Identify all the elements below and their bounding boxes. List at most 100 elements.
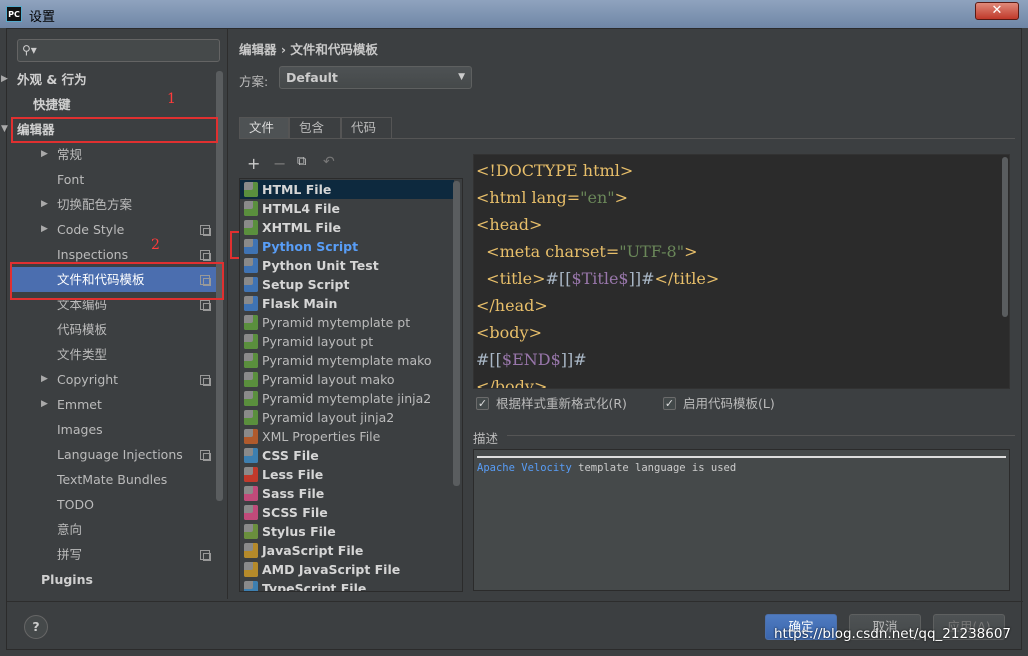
check-icon: ✓ xyxy=(663,397,676,410)
sidebar-item-label: Code Style xyxy=(57,222,125,237)
editor-scrollbar[interactable] xyxy=(1002,157,1008,317)
list-toolbar: + − ⧉ ↶ xyxy=(239,154,463,176)
velocity-link[interactable]: Apache Velocity xyxy=(477,462,572,474)
copy-icon[interactable]: ⧉ xyxy=(297,154,306,169)
template-list-item[interactable]: Stylus File xyxy=(240,522,454,541)
code-line: <title>#[[$Title$]]#</title> xyxy=(476,265,719,292)
template-list-item[interactable]: Python Script xyxy=(240,237,454,256)
tab-includes[interactable]: 包含 xyxy=(289,117,341,139)
enable-live-template-checkbox[interactable]: ✓ 启用代码模板(L) xyxy=(663,396,775,412)
remove-icon[interactable]: − xyxy=(273,154,286,173)
template-list-item[interactable]: Python Unit Test xyxy=(240,256,454,275)
sidebar-item-spelling[interactable]: 拼写 xyxy=(7,542,222,567)
template-list-item[interactable]: SCSS File xyxy=(240,503,454,522)
sidebar-item-color-scheme[interactable]: ▶ 切换配色方案 xyxy=(7,192,222,217)
sidebar-item-label: Images xyxy=(57,422,103,437)
splitter[interactable] xyxy=(227,29,228,599)
sidebar-item-file-types[interactable]: 文件类型 xyxy=(7,342,222,367)
template-name: TypeScript File xyxy=(262,581,367,592)
chevron-right-icon[interactable]: ▶ xyxy=(41,142,48,167)
code-line: <body> xyxy=(476,319,542,346)
close-button[interactable]: ✕ xyxy=(975,2,1019,20)
help-button[interactable]: ? xyxy=(24,615,48,639)
template-list-item[interactable]: Pyramid mytemplate jinja2 xyxy=(240,389,454,408)
chevron-right-icon[interactable]: ▶ xyxy=(1,67,8,92)
sidebar-item-emmet[interactable]: ▶ Emmet xyxy=(7,392,222,417)
template-list-item[interactable]: Pyramid mytemplate mako xyxy=(240,351,454,370)
sidebar-item-label: 拼写 xyxy=(57,547,83,562)
chevron-right-icon[interactable]: ▶ xyxy=(41,192,48,217)
window-title: 设置 xyxy=(29,10,56,25)
list-scrollbar[interactable] xyxy=(453,181,460,486)
template-list-item[interactable]: CSS File xyxy=(240,446,454,465)
sidebar-item-todo[interactable]: TODO xyxy=(7,492,222,517)
template-list-item[interactable]: Flask Main xyxy=(240,294,454,313)
template-list-item[interactable]: XHTML File xyxy=(240,218,454,237)
sidebar-item-code-style[interactable]: ▶ Code Style xyxy=(7,217,222,242)
file-type-icon xyxy=(244,467,258,482)
chevron-right-icon[interactable]: ▶ xyxy=(41,392,48,417)
template-name: Pyramid layout mako xyxy=(262,372,395,387)
sidebar-item-plugins[interactable]: Plugins xyxy=(7,567,222,592)
template-list-item[interactable]: Pyramid layout mako xyxy=(240,370,454,389)
template-name: HTML File xyxy=(262,182,332,197)
project-scope-icon xyxy=(200,250,211,261)
code-token: </body> xyxy=(476,377,548,389)
sidebar-item-font[interactable]: Font xyxy=(7,167,222,192)
template-list-item[interactable]: AMD JavaScript File xyxy=(240,560,454,579)
description-label: 描述 xyxy=(473,431,499,446)
template-list-item[interactable]: HTML4 File xyxy=(240,199,454,218)
file-type-icon xyxy=(244,486,258,501)
template-name: JavaScript File xyxy=(262,543,364,558)
template-list-item[interactable]: Less File xyxy=(240,465,454,484)
chevron-right-icon[interactable]: ▶ xyxy=(41,367,48,392)
scheme-select[interactable]: Default ▼ xyxy=(279,66,472,89)
template-list-item[interactable]: TypeScript File xyxy=(240,579,454,592)
tab-files[interactable]: 文件 xyxy=(239,117,289,139)
template-list-item[interactable]: Pyramid layout pt xyxy=(240,332,454,351)
tab-code[interactable]: 代码 xyxy=(341,117,392,139)
sidebar-item-live-templates[interactable]: 代码模板 xyxy=(7,317,222,342)
sidebar-item-intentions[interactable]: 意向 xyxy=(7,517,222,542)
template-list-item[interactable]: Pyramid layout jinja2 xyxy=(240,408,454,427)
code-token: <body> xyxy=(476,323,542,342)
code-token: > xyxy=(684,242,698,261)
sidebar-item-copyright[interactable]: ▶ Copyright xyxy=(7,367,222,392)
code-token: #[[ xyxy=(545,269,572,288)
annotation-box-1 xyxy=(11,117,218,143)
file-type-icon xyxy=(244,581,258,591)
template-name: Flask Main xyxy=(262,296,338,311)
code-token: ]]# xyxy=(560,350,587,369)
template-editor[interactable]: <!DOCTYPE html> <html lang="en"> <head> <m… xyxy=(473,154,1010,389)
template-name: XHTML File xyxy=(262,220,341,235)
template-list-item[interactable]: Pyramid mytemplate pt xyxy=(240,313,454,332)
sidebar-item-label: 意向 xyxy=(57,522,83,537)
sidebar-item-appearance[interactable]: ▶ 外观 & 行为 xyxy=(1,67,222,92)
sidebar-item-keymap[interactable]: 快捷键 xyxy=(7,92,222,117)
template-list-item[interactable]: Sass File xyxy=(240,484,454,503)
code-token: > xyxy=(614,188,629,207)
sidebar-item-images[interactable]: Images xyxy=(7,417,222,442)
sidebar-item-textmate-bundles[interactable]: TextMate Bundles xyxy=(7,467,222,492)
reformat-checkbox[interactable]: ✓ 根据样式重新格式化(R) xyxy=(476,396,627,412)
template-list-item[interactable]: JavaScript File xyxy=(240,541,454,560)
code-line: <head> xyxy=(476,211,542,238)
template-name: Less File xyxy=(262,467,324,482)
chevron-down-icon[interactable]: ▼ xyxy=(1,117,8,142)
sidebar-item-language-injections[interactable]: Language Injections xyxy=(7,442,222,467)
template-name: SCSS File xyxy=(262,505,328,520)
sidebar-item-general[interactable]: ▶ 常规 xyxy=(7,142,222,167)
add-icon[interactable]: + xyxy=(247,154,260,173)
description-text: Apache Velocity template language is use… xyxy=(477,462,736,474)
search-input[interactable]: ⚲▾ xyxy=(17,39,220,62)
reset-icon[interactable]: ↶ xyxy=(323,154,335,170)
code-token: </title> xyxy=(654,269,720,288)
code-line: #[[$END$]]# xyxy=(476,346,587,373)
template-name: Pyramid layout pt xyxy=(262,334,374,349)
chevron-right-icon[interactable]: ▶ xyxy=(41,217,48,242)
watermark: https://blog.csdn.net/qq_21238607 xyxy=(774,626,1012,642)
template-list-item[interactable]: XML Properties File xyxy=(240,427,454,446)
scheme-value: Default xyxy=(286,70,338,85)
template-list-item[interactable]: HTML File xyxy=(240,180,454,199)
template-list-item[interactable]: Setup Script xyxy=(240,275,454,294)
